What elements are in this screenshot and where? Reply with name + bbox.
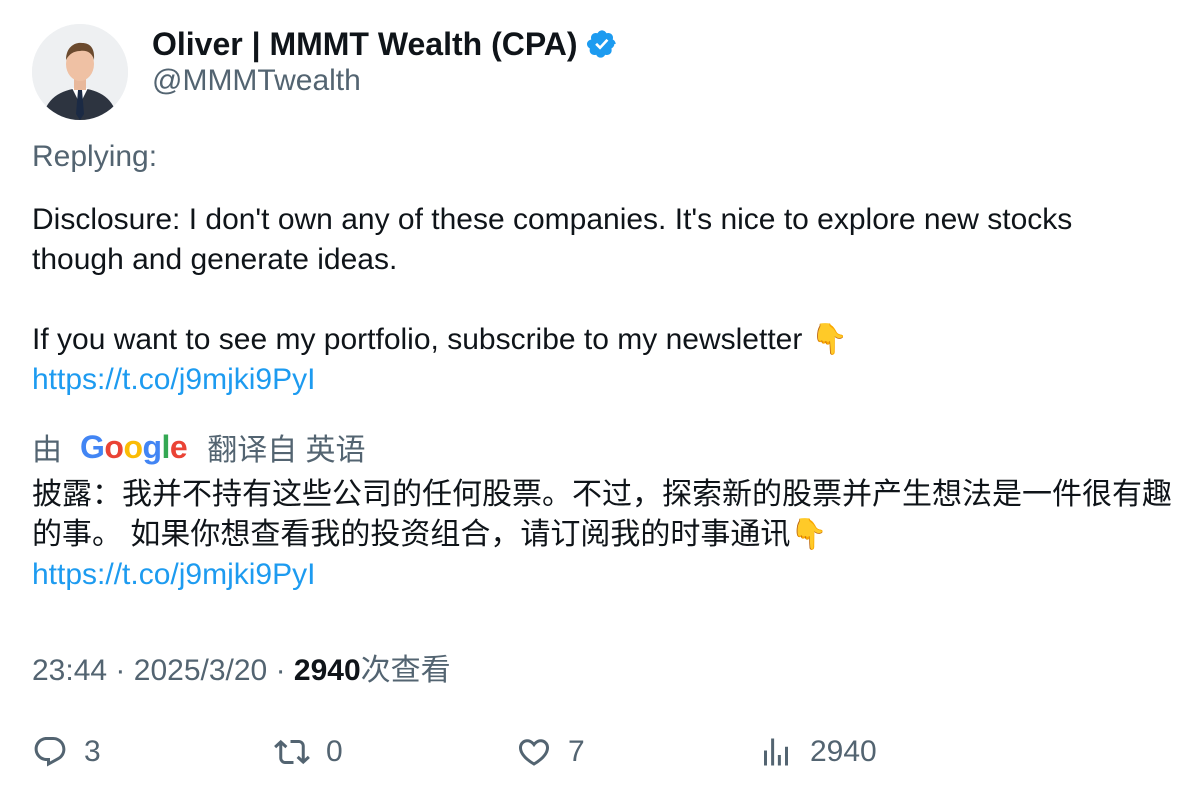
translation-prefix: 由 xyxy=(32,434,62,467)
like-count: 7 xyxy=(568,735,585,768)
like-button[interactable]: 7 xyxy=(516,732,585,772)
replying-label: Replying: xyxy=(32,140,158,173)
retweet-count: 0 xyxy=(326,735,343,768)
tweet-text-line2: If you want to see my portfolio, subscri… xyxy=(32,323,803,356)
tweet-body: Disclosure: I don't own any of these com… xyxy=(32,200,1172,400)
reply-count: 3 xyxy=(84,735,101,768)
translated-text-block: 披露：我并不持有这些公司的任何股票。不过，探索新的股票并产生想法是一件很有趣的事… xyxy=(32,475,1172,595)
tweet-spacer xyxy=(32,280,1172,320)
tweet-text-line1: Disclosure: I don't own any of these com… xyxy=(32,203,1073,276)
like-icon xyxy=(518,739,550,766)
translated-emoji: 👇 xyxy=(790,518,828,551)
author-name-row: Oliver | MMMT Wealth (CPA) xyxy=(152,24,618,64)
author-handle[interactable]: @MMMTwealth xyxy=(152,64,361,98)
translated-text-row: 披露：我并不持有这些公司的任何股票。不过，探索新的股票并产生想法是一件很有趣的事… xyxy=(32,475,1172,555)
tweet-header: Oliver | MMMT Wealth (CPA) @MMMTwealth xyxy=(32,24,1162,120)
retweet-icon xyxy=(274,739,310,765)
translated-text: 披露：我并不持有这些公司的任何股票。不过，探索新的股票并产生想法是一件很有趣的事… xyxy=(32,478,1172,551)
tweet-link[interactable]: https://t.co/j9mjki9PyI xyxy=(32,363,315,396)
reply-icon xyxy=(34,737,66,767)
author-name[interactable]: Oliver | MMMT Wealth (CPA) xyxy=(152,26,578,63)
tweet-time[interactable]: 23:44 xyxy=(32,654,107,687)
avatar-image xyxy=(32,24,128,120)
views-label: 次查看 xyxy=(360,654,451,687)
translated-link[interactable]: https://t.co/j9mjki9PyI xyxy=(32,558,315,591)
meta-separator-1: · xyxy=(115,654,126,687)
reply-button[interactable]: 3 xyxy=(32,732,101,772)
retweet-button[interactable]: 0 xyxy=(274,732,343,772)
meta-separator-2: · xyxy=(275,654,286,687)
views-count: 2940 xyxy=(293,654,361,687)
views-icon xyxy=(764,738,788,766)
verified-badge-icon[interactable] xyxy=(586,28,618,60)
translation-suffix: 翻译自 英语 xyxy=(207,434,366,467)
tweet-date[interactable]: 2025/3/20 xyxy=(134,654,267,687)
translation-attribution: 由 Google 翻译自 英语 xyxy=(32,427,366,468)
pointing-down-emoji: 👇 xyxy=(810,323,849,356)
action-bar: 3 0 7 2940 xyxy=(32,732,1162,772)
views-button[interactable]: 2940 xyxy=(758,732,877,772)
avatar[interactable] xyxy=(32,24,128,120)
google-logo[interactable]: Google xyxy=(80,429,188,466)
views-count-action: 2940 xyxy=(810,735,877,768)
tweet-meta: 23:44 · 2025/3/20 · 2940次查看 xyxy=(32,645,451,689)
tweet-text-line2-row: If you want to see my portfolio, subscri… xyxy=(32,320,1172,360)
